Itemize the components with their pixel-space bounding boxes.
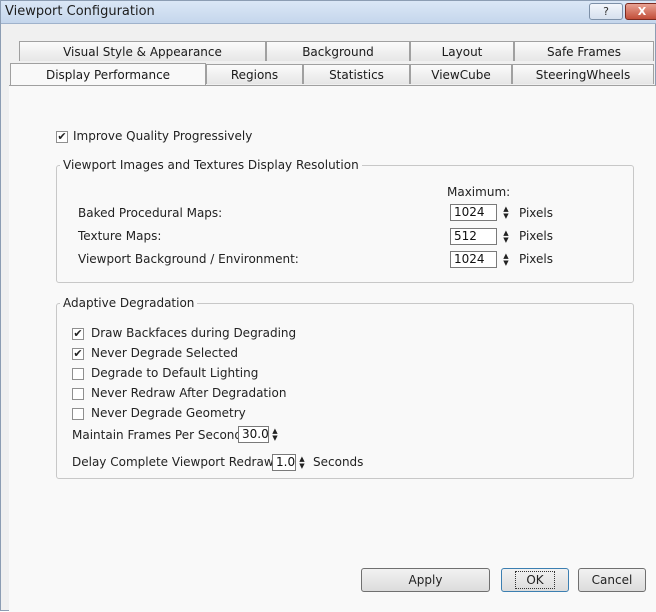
- tab-label: Statistics: [329, 67, 384, 82]
- tab-visual-style-appearance[interactable]: Visual Style & Appearance: [19, 41, 266, 61]
- help-icon: ?: [603, 5, 609, 18]
- never-degrade-geometry-label: Never Degrade Geometry: [91, 406, 246, 420]
- degrade-default-lighting-label: Degrade to Default Lighting: [91, 366, 259, 380]
- delay-redraw-label: Delay Complete Viewport Redraw in: [72, 455, 289, 469]
- degrade-default-lighting-checkbox[interactable]: [72, 368, 84, 380]
- pixels-label: Pixels: [519, 229, 554, 243]
- never-redraw-after-degradation-label: Never Redraw After Degradation: [91, 386, 287, 400]
- seconds-label: Seconds: [313, 455, 364, 469]
- spin-down-icon[interactable]: ▼: [503, 259, 508, 267]
- tab-label: Visual Style & Appearance: [63, 44, 222, 59]
- close-button[interactable]: X: [625, 3, 656, 20]
- tab-layout[interactable]: Layout: [410, 41, 514, 61]
- never-degrade-selected-label: Never Degrade Selected: [91, 346, 238, 360]
- ok-button[interactable]: OK: [501, 568, 569, 592]
- check-icon: ✔: [57, 130, 67, 143]
- improve-quality-checkbox[interactable]: ✔: [56, 131, 68, 143]
- texture-maps-label: Texture Maps:: [78, 229, 162, 243]
- tab-label: Background: [302, 44, 374, 59]
- ok-button-label: OK: [515, 571, 555, 589]
- tab-background[interactable]: Background: [266, 41, 410, 61]
- cancel-button[interactable]: Cancel: [578, 568, 646, 592]
- tab-label: ViewCube: [431, 67, 491, 82]
- tab-label: Layout: [441, 44, 483, 59]
- draw-backfaces-checkbox[interactable]: ✔: [72, 328, 84, 340]
- delay-redraw-field[interactable]: 1.0: [272, 454, 296, 471]
- never-degrade-selected-checkbox[interactable]: ✔: [72, 348, 84, 360]
- apply-button-label: Apply: [408, 573, 443, 587]
- maximum-label: Maximum:: [447, 185, 511, 199]
- resolution-group-title: Viewport Images and Textures Display Res…: [60, 158, 362, 172]
- spin-down-icon[interactable]: ▼: [299, 462, 304, 470]
- fps-spinner[interactable]: ▲ ▼: [270, 426, 280, 443]
- viewport-configuration-dialog: Viewport Configuration ? X Visual Style …: [0, 0, 656, 612]
- tab-label: Display Performance: [45, 67, 171, 82]
- tab-label: SteeringWheels: [535, 67, 631, 82]
- adaptive-degradation-title: Adaptive Degradation: [60, 296, 198, 310]
- viewport-background-spinner[interactable]: ▲ ▼: [501, 251, 511, 268]
- title-bar[interactable]: Viewport Configuration ? X: [1, 1, 656, 24]
- baked-procedural-maps-label: Baked Procedural Maps:: [78, 206, 223, 220]
- fps-label: Maintain Frames Per Second:: [72, 428, 247, 442]
- pixels-label: Pixels: [519, 206, 554, 220]
- cancel-button-label: Cancel: [591, 573, 633, 587]
- pixels-label: Pixels: [519, 252, 554, 266]
- tab-regions[interactable]: Regions: [206, 64, 303, 84]
- spin-down-icon[interactable]: ▼: [503, 212, 508, 220]
- tab-label: Safe Frames: [546, 44, 622, 59]
- spin-down-icon[interactable]: ▼: [272, 434, 277, 442]
- texture-maps-field[interactable]: 512: [450, 228, 497, 245]
- viewport-background-field[interactable]: 1024: [450, 251, 497, 268]
- texture-maps-spinner[interactable]: ▲ ▼: [501, 228, 511, 245]
- apply-button[interactable]: Apply: [361, 568, 490, 592]
- draw-backfaces-label: Draw Backfaces during Degrading: [91, 326, 297, 340]
- spin-down-icon[interactable]: ▼: [503, 236, 508, 244]
- viewport-background-label: Viewport Background / Environment:: [78, 252, 299, 266]
- tab-safe-frames[interactable]: Safe Frames: [514, 41, 654, 61]
- tab-steeringwheels[interactable]: SteeringWheels: [512, 64, 654, 84]
- tab-statistics[interactable]: Statistics: [303, 64, 410, 84]
- fps-field[interactable]: 30.0: [238, 426, 269, 443]
- tab-label: Regions: [230, 67, 279, 82]
- help-button[interactable]: ?: [589, 3, 623, 20]
- baked-procedural-maps-field[interactable]: 1024: [450, 204, 497, 221]
- tab-display-performance[interactable]: Display Performance: [10, 63, 206, 85]
- window-title: Viewport Configuration: [5, 4, 155, 19]
- baked-procedural-maps-spinner[interactable]: ▲ ▼: [501, 204, 511, 221]
- never-redraw-after-degradation-checkbox[interactable]: [72, 388, 84, 400]
- check-icon: ✔: [73, 327, 83, 340]
- never-degrade-geometry-checkbox[interactable]: [72, 408, 84, 420]
- tab-viewcube[interactable]: ViewCube: [410, 64, 512, 84]
- improve-quality-label: Improve Quality Progressively: [73, 129, 253, 143]
- delay-redraw-spinner[interactable]: ▲ ▼: [297, 454, 307, 471]
- check-icon: ✔: [73, 347, 83, 360]
- close-icon: X: [637, 5, 647, 18]
